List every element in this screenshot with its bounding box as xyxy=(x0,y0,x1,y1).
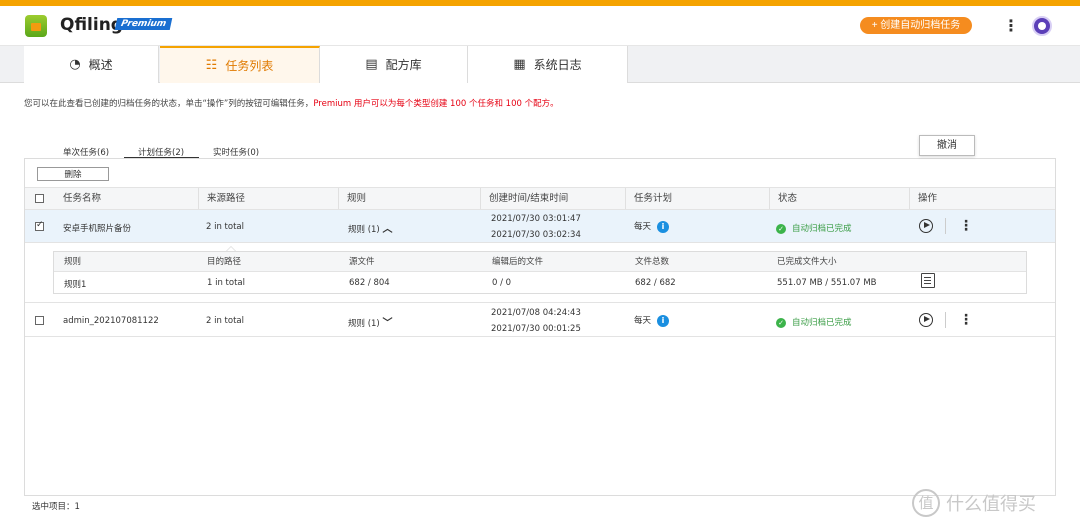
task-name: 安卓手机照片备份 xyxy=(63,224,132,234)
tab-label: 概述 xyxy=(88,58,113,72)
detail-completed-size: 551.07 MB / 551.07 MB xyxy=(777,278,877,288)
table-header: 任务名称 来源路径 规则 创建时间/结束时间 任务计划 状态 操作 xyxy=(25,187,1055,210)
source-path: 2 in total xyxy=(206,222,244,232)
status: ✓ 自动归档已完成 xyxy=(776,222,852,234)
tab-label: 任务列表 xyxy=(225,59,274,73)
info-icon[interactable]: i xyxy=(657,314,670,327)
status-text: 自动归档已完成 xyxy=(792,318,852,328)
watermark-text: 什么值得买 xyxy=(946,494,1036,515)
tab-recipe-library[interactable]: ▤ 配方库 xyxy=(320,46,468,83)
col-status: 状态 xyxy=(769,188,909,209)
undo-archive-icon[interactable] xyxy=(921,273,935,288)
check-circle-icon: ✓ xyxy=(776,317,786,328)
detail-header: 规则 目的路径 源文件 编辑后的文件 文件总数 已完成文件大小 xyxy=(54,252,1026,272)
run-task-icon[interactable] xyxy=(919,219,933,233)
chevron-up-icon: ︿ xyxy=(382,224,393,235)
tab-task-list[interactable]: ☷ 任务列表 xyxy=(160,46,320,83)
premium-badge: Premium xyxy=(114,18,173,30)
watermark: 值 什么值得买 xyxy=(912,488,1072,518)
detail-col-file-count: 文件总数 xyxy=(635,257,670,267)
detail-rule: 规则1 xyxy=(64,280,87,290)
detail-col-edited-files: 编辑后的文件 xyxy=(492,257,544,267)
created-time: 2021/07/30 03:01:47 xyxy=(491,214,581,224)
row-checkbox[interactable] xyxy=(35,316,44,325)
rule-toggle[interactable]: 规则 (1) ︿ xyxy=(348,220,392,235)
log-icon: ▦ xyxy=(513,57,526,72)
detail-col-rule: 规则 xyxy=(64,257,82,267)
detail-edited-files: 0 / 0 xyxy=(492,278,512,288)
task-list-icon: ☷ xyxy=(205,58,218,73)
ended-time: 2021/07/30 00:01:25 xyxy=(491,324,581,334)
table-row[interactable]: 安卓手机照片备份 2 in total 规则 (1) ︿ 2021/07/30 … xyxy=(25,210,1055,243)
more-options-icon[interactable]: ⋮ xyxy=(1003,17,1019,35)
page-description: 您可以在此查看已创建的归档任务的状态，单击“操作”列的按钮可编辑任务，Premi… xyxy=(24,97,559,109)
created-time: 2021/07/08 04:24:43 xyxy=(491,308,581,318)
task-name: admin_202107081122 xyxy=(63,316,159,326)
watermark-logo-icon: 值 xyxy=(912,489,940,517)
rule-count: 规则 (1) xyxy=(348,225,380,235)
detail-destination: 1 in total xyxy=(207,278,245,288)
undo-tooltip: 撤消 xyxy=(919,135,975,156)
gauge-icon: ◔ xyxy=(69,57,81,72)
status-text: 自动归档已完成 xyxy=(792,224,852,234)
app-header: Qfiling Premium + 创建自动归档任务 ⋮ xyxy=(0,6,1080,46)
col-rule: 规则 xyxy=(338,188,480,209)
selection-count: 选中项目：1 xyxy=(32,502,80,512)
detail-col-destination: 目的路径 xyxy=(207,257,242,267)
row-checkbox[interactable] xyxy=(35,220,44,231)
row-more-icon[interactable]: ⋮ xyxy=(959,313,973,327)
detail-source-files: 682 / 804 xyxy=(349,278,390,288)
run-task-icon[interactable] xyxy=(919,313,933,327)
rule-toggle[interactable]: 规则 (1) ﹀ xyxy=(348,314,392,329)
description-text: 您可以在此查看已创建的归档任务的状态，单击“操作”列的按钮可编辑任务， xyxy=(24,99,314,109)
col-schedule: 任务计划 xyxy=(625,188,769,209)
delete-button[interactable]: 删除 xyxy=(37,167,109,181)
rule-count: 规则 (1) xyxy=(348,319,380,329)
schedule: 每天 i xyxy=(634,314,670,327)
info-icon[interactable]: i xyxy=(657,220,670,233)
col-task-name: 任务名称 xyxy=(63,193,102,204)
status: ✓ 自动归档已完成 xyxy=(776,316,852,328)
row-more-icon[interactable]: ⋮ xyxy=(959,219,973,233)
tab-overview[interactable]: ◔ 概述 xyxy=(24,46,159,83)
task-table-panel: 删除 任务名称 来源路径 规则 创建时间/结束时间 任务计划 状态 操作 安卓手… xyxy=(24,158,1056,496)
select-all-checkbox[interactable] xyxy=(35,194,44,203)
tab-label: 配方库 xyxy=(385,58,422,72)
schedule: 每天 i xyxy=(634,220,670,233)
table-row[interactable]: admin_202107081122 2 in total 规则 (1) ﹀ 2… xyxy=(25,302,1055,337)
detail-file-count: 682 / 682 xyxy=(635,278,676,288)
ended-time: 2021/07/30 03:02:34 xyxy=(491,230,581,240)
premium-limit-note: Premium 用户可以为每个类型创建 100 个任务和 100 个配方。 xyxy=(313,99,559,109)
user-avatar[interactable] xyxy=(1032,16,1052,36)
schedule-text: 每天 xyxy=(634,316,652,326)
rule-detail-table: 规则 目的路径 源文件 编辑后的文件 文件总数 已完成文件大小 规则1 1 in… xyxy=(53,251,1027,294)
check-circle-icon: ✓ xyxy=(776,223,786,234)
tab-system-log[interactable]: ▦ 系统日志 xyxy=(468,46,628,83)
tab-label: 系统日志 xyxy=(533,58,582,72)
source-path: 2 in total xyxy=(206,316,244,326)
detail-col-source-files: 源文件 xyxy=(349,257,375,267)
schedule-text: 每天 xyxy=(634,222,652,232)
action-divider xyxy=(945,312,946,328)
app-name: Qfiling xyxy=(60,15,123,35)
chevron-down-icon: ﹀ xyxy=(382,318,393,329)
detail-col-completed-size: 已完成文件大小 xyxy=(777,257,837,267)
action-divider xyxy=(945,218,946,234)
col-actions: 操作 xyxy=(909,188,1055,209)
qfiling-logo xyxy=(25,15,47,37)
col-source-path: 来源路径 xyxy=(198,188,338,209)
create-auto-archive-task-button[interactable]: + 创建自动归档任务 xyxy=(860,17,972,34)
recipe-library-icon: ▤ xyxy=(365,57,378,72)
col-created-ended-time: 创建时间/结束时间 xyxy=(480,188,625,209)
main-tab-bar: ◔ 概述 ☷ 任务列表 ▤ 配方库 ▦ 系统日志 xyxy=(0,46,1080,83)
